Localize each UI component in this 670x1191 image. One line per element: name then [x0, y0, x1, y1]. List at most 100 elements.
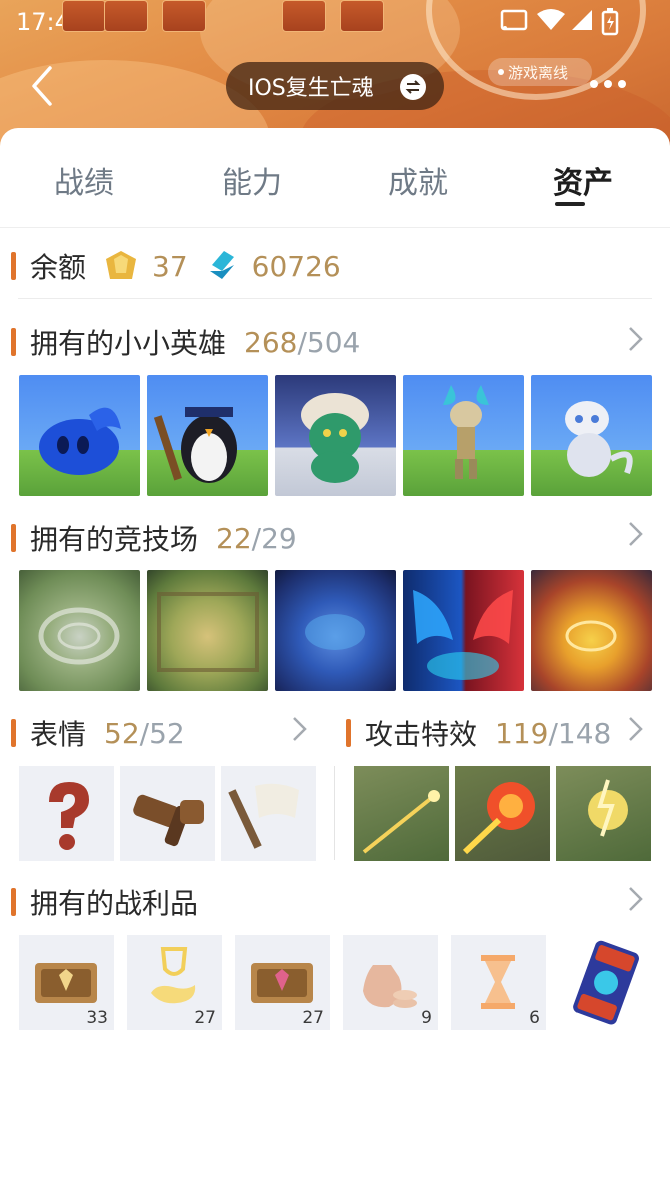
- offline-status-badge: 游戏离线: [488, 58, 592, 86]
- little-legend-thumbnail[interactable]: [147, 375, 268, 496]
- tab-record[interactable]: 战绩: [54, 158, 114, 202]
- arena-thumbnail[interactable]: [275, 570, 396, 691]
- penguin-legend-image: [153, 407, 237, 483]
- green-beast-legend-image: [301, 393, 369, 483]
- arena-thumbnail[interactable]: [531, 570, 652, 691]
- owned-count: 268: [244, 325, 298, 359]
- boom-thumbnail[interactable]: [556, 766, 651, 861]
- status-bar: 17:47: [0, 0, 670, 46]
- coin-amount: 37: [152, 249, 188, 283]
- arenas-list: [19, 570, 652, 691]
- gem-amount: 60726: [251, 249, 341, 283]
- balance-row: 余额 37 60726: [11, 246, 341, 286]
- little-legends-header[interactable]: 拥有的小小英雄 268/504: [11, 322, 360, 362]
- white-flag-emote-icon: [228, 783, 299, 849]
- arena-thumbnail[interactable]: [147, 570, 268, 691]
- more-menu-button[interactable]: [590, 80, 626, 88]
- section-accent: [11, 252, 16, 280]
- fire-blast-boom-image: [462, 782, 535, 855]
- little-legend-thumbnail[interactable]: [19, 375, 140, 496]
- chevron-right-icon[interactable]: [626, 714, 646, 744]
- loot-item[interactable]: 27: [127, 935, 222, 1030]
- loot-quantity: 27: [302, 1008, 324, 1028]
- tab-ability[interactable]: 能力: [222, 158, 282, 202]
- status-dot: [498, 69, 504, 75]
- switch-icon: [400, 74, 426, 100]
- account-name: IOS复生亡魂: [248, 76, 374, 101]
- loot-item[interactable]: 6: [451, 935, 546, 1030]
- chevron-right-icon[interactable]: [626, 884, 646, 914]
- notification-icon: [62, 0, 106, 32]
- booms-list: [354, 766, 651, 861]
- emote-thumbnail[interactable]: [19, 766, 114, 861]
- section-accent: [346, 719, 351, 747]
- divider: [18, 298, 652, 299]
- dot: [604, 80, 612, 88]
- boom-thumbnail[interactable]: [455, 766, 550, 861]
- notification-icon: [162, 0, 206, 32]
- chevron-right-icon[interactable]: [626, 324, 646, 354]
- emotes-list: [19, 766, 316, 861]
- emote-thumbnail[interactable]: [120, 766, 215, 861]
- tab-assets[interactable]: 资产: [553, 158, 613, 202]
- section-accent: [11, 888, 16, 916]
- gem-icon: [209, 251, 234, 279]
- section-title: 拥有的竞技场: [30, 523, 199, 556]
- white-tiger-legend-image: [565, 401, 633, 477]
- emotes-header[interactable]: 表情 52/52: [11, 713, 185, 753]
- little-legends-list: [19, 375, 652, 496]
- notification-icon: [104, 0, 148, 32]
- arena-preview-image: [305, 614, 365, 650]
- lightning-boom-image: [588, 779, 628, 837]
- mallet-emote-icon: [133, 794, 204, 847]
- loot-header[interactable]: 拥有的战利品: [11, 882, 198, 922]
- battery-icon: [601, 8, 619, 36]
- arena-preview-image: [413, 590, 513, 680]
- total-count: /504: [297, 325, 361, 359]
- chevron-right-icon[interactable]: [290, 714, 310, 744]
- little-legend-thumbnail[interactable]: [275, 375, 396, 496]
- section-accent: [11, 524, 16, 552]
- owned-count: 119: [495, 716, 549, 750]
- dragon-warrior-legend-image: [443, 385, 489, 479]
- loot-item[interactable]: 9: [343, 935, 438, 1030]
- loot-item[interactable]: 27: [235, 935, 330, 1030]
- notification-icon: [340, 0, 384, 32]
- card-pack-icon: [573, 940, 639, 1025]
- little-legend-thumbnail[interactable]: [403, 375, 524, 496]
- arena-preview-image: [565, 620, 617, 652]
- loot-quantity: 6: [529, 1008, 540, 1028]
- total-count: /148: [548, 716, 612, 750]
- active-tab-indicator: [555, 202, 585, 206]
- coin-icon: [106, 251, 137, 279]
- little-legend-thumbnail[interactable]: [531, 375, 652, 496]
- total-count: /29: [251, 521, 297, 555]
- section-accent: [11, 328, 16, 356]
- balance-label: 余额: [30, 251, 87, 284]
- account-switch-button[interactable]: IOS复生亡魂: [226, 62, 444, 110]
- tab-achievement[interactable]: 成就: [388, 158, 448, 202]
- section-title: 表情: [30, 718, 87, 751]
- arena-preview-image: [157, 592, 259, 672]
- notification-icon: [282, 0, 326, 32]
- loot-quantity: 9: [421, 1008, 432, 1028]
- blue-spirit-legend-image: [39, 407, 121, 475]
- chevron-right-icon[interactable]: [626, 519, 646, 549]
- tab-bar: 战绩 能力 成就 资产: [0, 128, 670, 228]
- emote-thumbnail[interactable]: [221, 766, 316, 861]
- boom-thumbnail[interactable]: [354, 766, 449, 861]
- loot-quantity: 33: [86, 1008, 108, 1028]
- section-accent: [11, 719, 16, 747]
- booms-header[interactable]: 攻击特效 119/148: [346, 713, 611, 753]
- arenas-header[interactable]: 拥有的竞技场 22/29: [11, 518, 297, 558]
- arena-thumbnail[interactable]: [19, 570, 140, 691]
- dot: [590, 80, 598, 88]
- signal-icon: [572, 10, 592, 30]
- dot: [618, 80, 626, 88]
- loot-list: 33 27 27 9 6: [19, 935, 654, 1030]
- loot-item[interactable]: [559, 935, 654, 1030]
- arena-thumbnail[interactable]: [403, 570, 524, 691]
- owned-count: 52: [104, 716, 140, 750]
- back-arrow-icon[interactable]: [28, 64, 68, 108]
- loot-item[interactable]: 33: [19, 935, 114, 1030]
